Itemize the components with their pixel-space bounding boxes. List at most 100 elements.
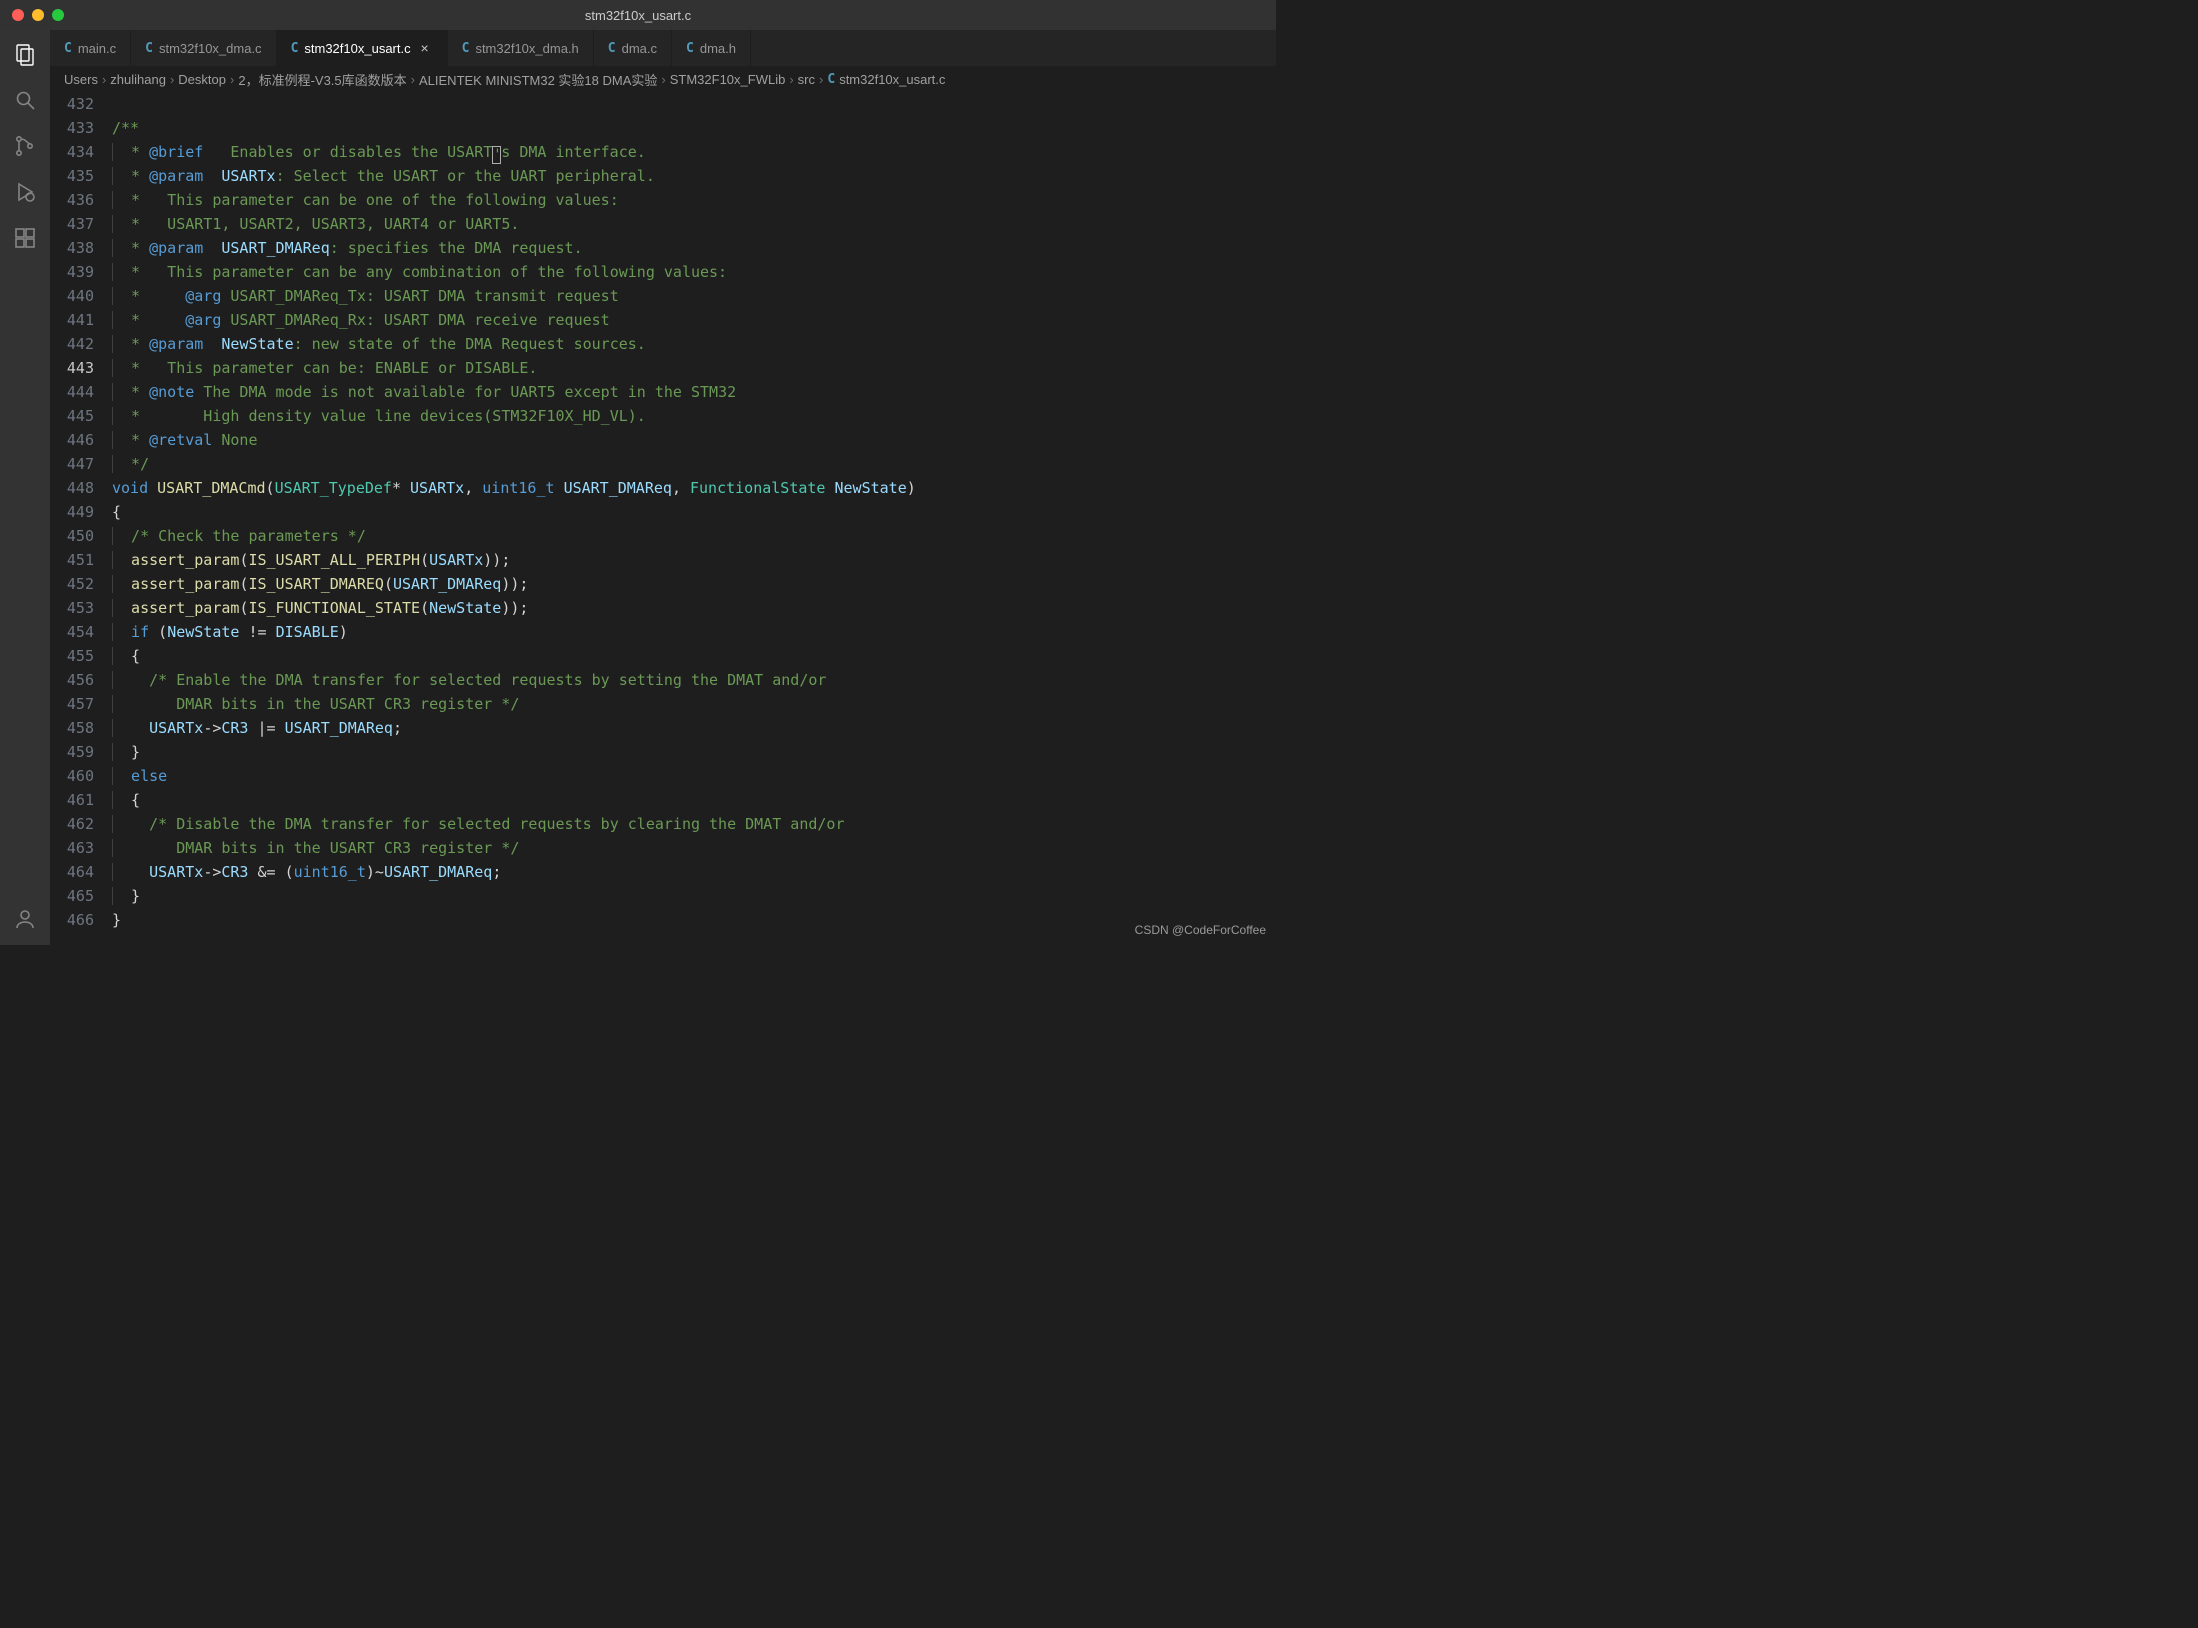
tab-usart-c[interactable]: C stm32f10x_usart.c × <box>277 30 448 66</box>
c-file-icon: C <box>462 41 470 56</box>
code-content[interactable]: if (NewState != DISABLE) <box>112 620 1276 644</box>
code-line[interactable]: 432 <box>50 92 1276 116</box>
code-content[interactable]: * USART1, USART2, USART3, UART4 or UART5… <box>112 212 1276 236</box>
code-content[interactable]: /* Enable the DMA transfer for selected … <box>112 668 1276 692</box>
breadcrumbs[interactable]: Users› zhulihang› Desktop› 2，标准例程-V3.5库函… <box>50 66 1276 92</box>
explorer-icon[interactable] <box>11 40 39 68</box>
code-line[interactable]: 443 * This parameter can be: ENABLE or D… <box>50 356 1276 380</box>
code-line[interactable]: 452 assert_param(IS_USART_DMAREQ(USART_D… <box>50 572 1276 596</box>
code-content[interactable]: * High density value line devices(STM32F… <box>112 404 1276 428</box>
code-content[interactable]: DMAR bits in the USART CR3 register */ <box>112 692 1276 716</box>
code-line[interactable]: 433/** <box>50 116 1276 140</box>
code-content[interactable]: assert_param(IS_FUNCTIONAL_STATE(NewStat… <box>112 596 1276 620</box>
crumb[interactable]: ALIENTEK MINISTM32 实验18 DMA实验 <box>419 70 657 89</box>
code-line[interactable]: 459 } <box>50 740 1276 764</box>
code-line[interactable]: 460 else <box>50 764 1276 788</box>
code-line[interactable]: 436 * This parameter can be one of the f… <box>50 188 1276 212</box>
editor-tabs: C main.c C stm32f10x_dma.c C stm32f10x_u… <box>50 30 1276 66</box>
code-line[interactable]: 465 } <box>50 884 1276 908</box>
code-line[interactable]: 454 if (NewState != DISABLE) <box>50 620 1276 644</box>
code-line[interactable]: 449{ <box>50 500 1276 524</box>
code-content[interactable]: * This parameter can be any combination … <box>112 260 1276 284</box>
code-line[interactable]: 457 DMAR bits in the USART CR3 register … <box>50 692 1276 716</box>
crumb[interactable]: 2，标准例程-V3.5库函数版本 <box>238 70 406 89</box>
code-line[interactable]: 435 * @param USARTx: Select the USART or… <box>50 164 1276 188</box>
extensions-icon[interactable] <box>11 224 39 252</box>
code-content[interactable] <box>112 92 1276 116</box>
code-line[interactable]: 450 /* Check the parameters */ <box>50 524 1276 548</box>
code-content[interactable]: /* Disable the DMA transfer for selected… <box>112 812 1276 836</box>
source-control-icon[interactable] <box>11 132 39 160</box>
accounts-icon[interactable] <box>11 905 39 933</box>
code-content[interactable]: USARTx->CR3 |= USART_DMAReq; <box>112 716 1276 740</box>
crumb-file[interactable]: stm32f10x_usart.c <box>839 72 945 87</box>
code-content[interactable]: * @param NewState: new state of the DMA … <box>112 332 1276 356</box>
crumb[interactable]: Desktop <box>178 72 226 87</box>
code-line[interactable]: 463 DMAR bits in the USART CR3 register … <box>50 836 1276 860</box>
code-content[interactable]: * @param USARTx: Select the USART or the… <box>112 164 1276 188</box>
code-content[interactable]: { <box>112 788 1276 812</box>
code-content[interactable]: /** <box>112 116 1276 140</box>
crumb[interactable]: zhulihang <box>110 72 166 87</box>
search-icon[interactable] <box>11 86 39 114</box>
code-line[interactable]: 437 * USART1, USART2, USART3, UART4 or U… <box>50 212 1276 236</box>
line-number: 459 <box>50 740 112 764</box>
code-line[interactable]: 441 * @arg USART_DMAReq_Rx: USART DMA re… <box>50 308 1276 332</box>
code-content[interactable]: * This parameter can be: ENABLE or DISAB… <box>112 356 1276 380</box>
code-line[interactable]: 438 * @param USART_DMAReq: specifies the… <box>50 236 1276 260</box>
code-content[interactable]: * @note The DMA mode is not available fo… <box>112 380 1276 404</box>
code-line[interactable]: 458 USARTx->CR3 |= USART_DMAReq; <box>50 716 1276 740</box>
code-content[interactable]: * @arg USART_DMAReq_Tx: USART DMA transm… <box>112 284 1276 308</box>
code-line[interactable]: 439 * This parameter can be any combinat… <box>50 260 1276 284</box>
tab-dma2-h[interactable]: C dma.h <box>672 30 751 66</box>
tab-main-c[interactable]: C main.c <box>50 30 131 66</box>
code-line[interactable]: 444 * @note The DMA mode is not availabl… <box>50 380 1276 404</box>
code-line[interactable]: 453 assert_param(IS_FUNCTIONAL_STATE(New… <box>50 596 1276 620</box>
code-content[interactable]: USARTx->CR3 &= (uint16_t)~USART_DMAReq; <box>112 860 1276 884</box>
code-content[interactable]: assert_param(IS_USART_ALL_PERIPH(USARTx)… <box>112 548 1276 572</box>
code-content[interactable]: { <box>112 644 1276 668</box>
crumb[interactable]: STM32F10x_FWLib <box>670 72 786 87</box>
tab-label: stm32f10x_dma.h <box>475 41 578 56</box>
code-line[interactable]: 434 * @brief Enables or disables the USA… <box>50 140 1276 164</box>
code-content[interactable]: } <box>112 884 1276 908</box>
code-content[interactable]: * @arg USART_DMAReq_Rx: USART DMA receiv… <box>112 308 1276 332</box>
crumb[interactable]: Users <box>64 72 98 87</box>
close-icon[interactable]: × <box>417 40 433 56</box>
code-content[interactable]: DMAR bits in the USART CR3 register */ <box>112 836 1276 860</box>
code-content[interactable]: * @retval None <box>112 428 1276 452</box>
code-content[interactable]: */ <box>112 452 1276 476</box>
crumb[interactable]: src <box>798 72 815 87</box>
window-title: stm32f10x_usart.c <box>0 8 1276 23</box>
code-line[interactable]: 456 /* Enable the DMA transfer for selec… <box>50 668 1276 692</box>
code-content[interactable]: void USART_DMACmd(USART_TypeDef* USARTx,… <box>112 476 1276 500</box>
code-content[interactable]: { <box>112 500 1276 524</box>
tab-label: stm32f10x_usart.c <box>304 41 410 56</box>
code-content[interactable]: * @brief Enables or disables the USART's… <box>112 140 1276 164</box>
code-line[interactable]: 446 * @retval None <box>50 428 1276 452</box>
tab-dma2-c[interactable]: C dma.c <box>594 30 672 66</box>
code-line[interactable]: 445 * High density value line devices(ST… <box>50 404 1276 428</box>
code-line[interactable]: 440 * @arg USART_DMAReq_Tx: USART DMA tr… <box>50 284 1276 308</box>
line-number: 446 <box>50 428 112 452</box>
code-line[interactable]: 462 /* Disable the DMA transfer for sele… <box>50 812 1276 836</box>
code-line[interactable]: 466} <box>50 908 1276 932</box>
code-content[interactable]: * This parameter can be one of the follo… <box>112 188 1276 212</box>
tab-dma-c[interactable]: C stm32f10x_dma.c <box>131 30 276 66</box>
code-line[interactable]: 442 * @param NewState: new state of the … <box>50 332 1276 356</box>
code-line[interactable]: 447 */ <box>50 452 1276 476</box>
code-editor[interactable]: 432433/**434 * @brief Enables or disable… <box>50 92 1276 945</box>
run-debug-icon[interactable] <box>11 178 39 206</box>
code-line[interactable]: 455 { <box>50 644 1276 668</box>
code-content[interactable]: * @param USART_DMAReq: specifies the DMA… <box>112 236 1276 260</box>
code-content[interactable]: } <box>112 908 1276 932</box>
code-line[interactable]: 448void USART_DMACmd(USART_TypeDef* USAR… <box>50 476 1276 500</box>
code-line[interactable]: 451 assert_param(IS_USART_ALL_PERIPH(USA… <box>50 548 1276 572</box>
code-content[interactable]: } <box>112 740 1276 764</box>
code-content[interactable]: /* Check the parameters */ <box>112 524 1276 548</box>
code-line[interactable]: 461 { <box>50 788 1276 812</box>
tab-dma-h[interactable]: C stm32f10x_dma.h <box>448 30 594 66</box>
code-content[interactable]: assert_param(IS_USART_DMAREQ(USART_DMARe… <box>112 572 1276 596</box>
code-content[interactable]: else <box>112 764 1276 788</box>
code-line[interactable]: 464 USARTx->CR3 &= (uint16_t)~USART_DMAR… <box>50 860 1276 884</box>
